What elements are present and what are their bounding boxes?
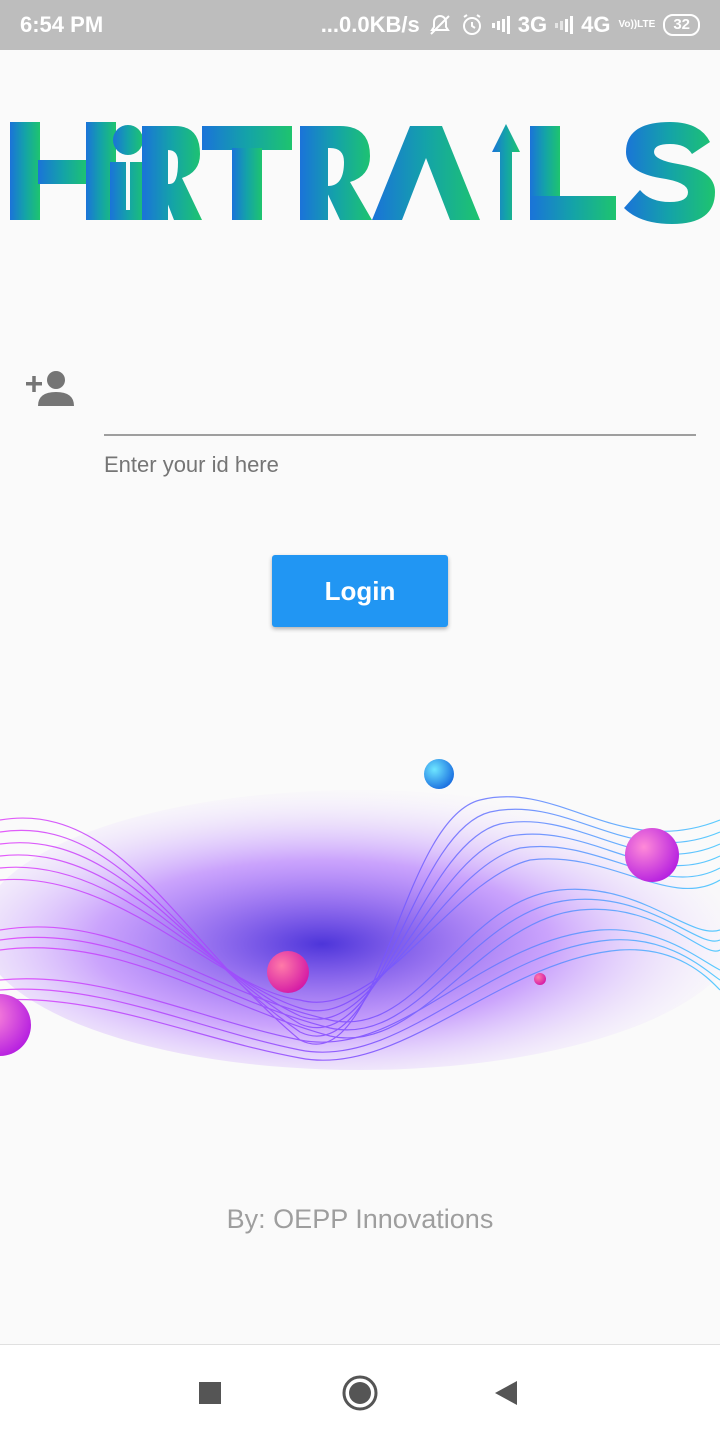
add-user-icon bbox=[24, 368, 74, 408]
network-speed: ...0.0KB/s bbox=[320, 12, 420, 37]
status-icons: ...0.0KB/s 3G 4G Vo)) LTE 32 bbox=[321, 12, 700, 38]
mute-notifications-icon bbox=[428, 13, 452, 37]
network-type-2: 4G bbox=[581, 12, 611, 37]
alarm-icon bbox=[460, 13, 484, 37]
volte-icon: Vo)) LTE bbox=[618, 20, 655, 30]
id-helper-text: Enter your id here bbox=[104, 452, 279, 477]
battery-level: 32 bbox=[673, 16, 690, 33]
back-icon[interactable] bbox=[482, 1369, 530, 1417]
navigation-bar bbox=[0, 1344, 720, 1440]
home-icon[interactable] bbox=[336, 1369, 384, 1417]
volte-line-1: Vo)) bbox=[618, 19, 638, 30]
login-button[interactable]: Login bbox=[272, 555, 448, 627]
id-input[interactable] bbox=[104, 380, 696, 436]
volte-line-2: LTE bbox=[637, 19, 656, 30]
status-time: 6:54 PM bbox=[20, 12, 104, 37]
wave-illustration bbox=[0, 759, 720, 1070]
battery-icon: 32 bbox=[663, 14, 700, 36]
network-type-1: 3G bbox=[517, 12, 548, 37]
hrtrails-logo bbox=[10, 122, 715, 224]
status-bar: 6:54 PM ...0.0KB/s 3G 4G Vo)) LTE 32 bbox=[0, 0, 720, 50]
signal-icon bbox=[555, 16, 574, 34]
credit-text: By: OEPP Innovations bbox=[226, 1204, 494, 1234]
signal-icon bbox=[491, 16, 510, 34]
recent-apps-icon[interactable] bbox=[186, 1369, 234, 1417]
